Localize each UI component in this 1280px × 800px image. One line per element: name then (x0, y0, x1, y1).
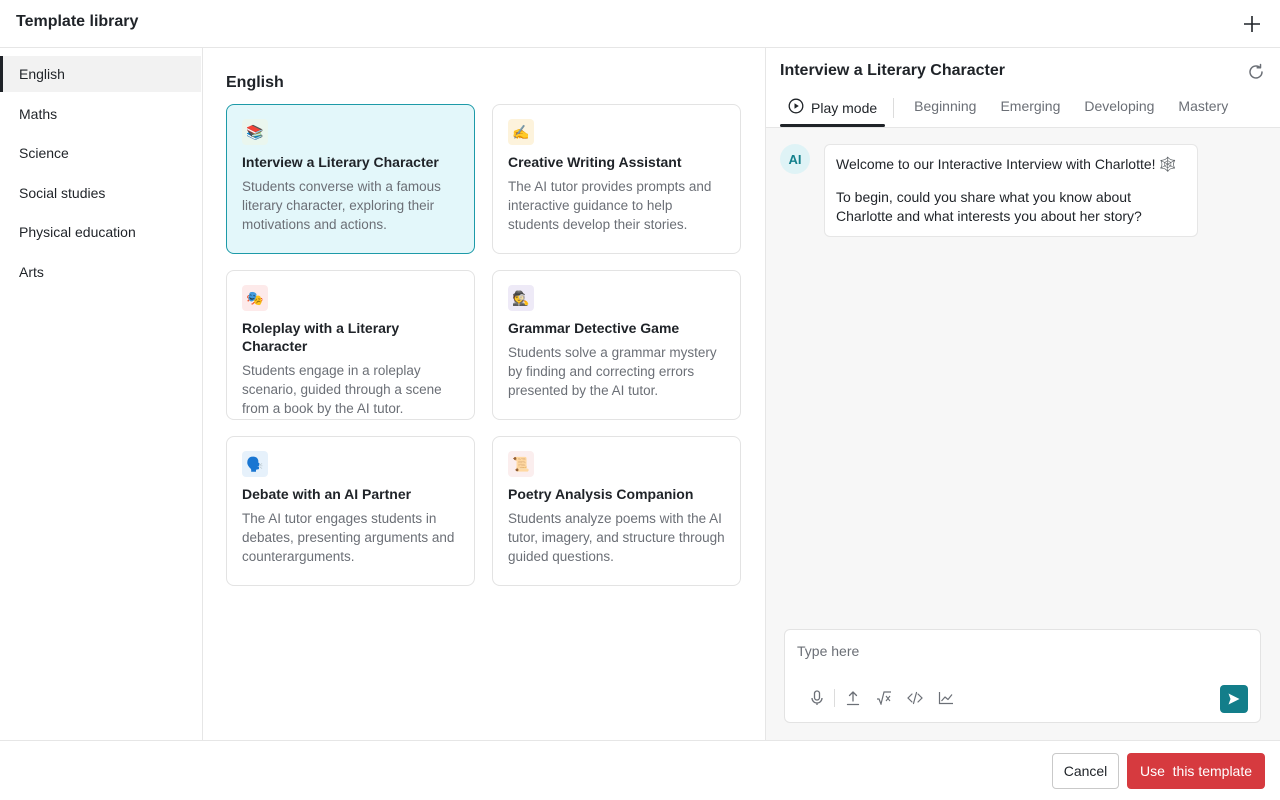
footer: Cancel Use this template (0, 740, 1280, 800)
sidebar-item-label: English (19, 66, 65, 82)
writing-hand-icon: ✍️ (508, 119, 534, 145)
sidebar-item-arts[interactable]: Arts (0, 254, 202, 290)
toolbar-divider (834, 689, 835, 707)
tab-mastery[interactable]: Mastery (1166, 94, 1240, 124)
card-description: Students solve a grammar mystery by find… (508, 345, 717, 398)
tab-play-mode[interactable]: Play mode (780, 94, 886, 127)
template-card-debate[interactable]: 🗣️ Debate with an AI Partner The AI tuto… (226, 436, 475, 586)
tab-beginning[interactable]: Beginning (902, 94, 988, 124)
detective-icon: 🕵️ (508, 285, 534, 311)
card-description: The AI tutor engages students in debates… (242, 511, 455, 564)
speaking-head-icon: 🗣️ (242, 451, 268, 477)
message-text: To begin, could you share what you know … (836, 189, 1142, 224)
refresh-icon[interactable] (1246, 62, 1266, 82)
sidebar-item-maths[interactable]: Maths (0, 96, 202, 132)
card-title: Poetry Analysis Companion (508, 486, 694, 502)
template-card-roleplay[interactable]: 🎭 Roleplay with a Literary Character Stu… (226, 270, 475, 420)
theater-masks-icon: 🎭 (242, 285, 268, 311)
sidebar-item-english[interactable]: English (0, 56, 201, 92)
tab-label: Play mode (811, 99, 878, 116)
chart-icon[interactable] (930, 688, 961, 708)
scroll-icon: 📜 (508, 451, 534, 477)
microphone-icon[interactable] (801, 688, 832, 708)
sidebar-item-label: Social studies (19, 184, 106, 201)
section-title: English (226, 74, 284, 91)
template-card-poetry[interactable]: 📜 Poetry Analysis Companion Students ana… (492, 436, 741, 586)
preview-title: Interview a Literary Character (780, 62, 1005, 79)
sidebar-item-label: Maths (19, 105, 58, 122)
sidebar-item-label: Physical education (19, 224, 136, 240)
sidebar-item-physical-education[interactable]: Physical education (0, 214, 202, 250)
tab-developing[interactable]: Developing (1072, 94, 1166, 124)
card-title: Grammar Detective Game (508, 320, 680, 336)
sidebar-item-label: Science (19, 145, 69, 161)
send-icon (1228, 693, 1240, 705)
ai-message: Welcome to our Interactive Interview wit… (824, 144, 1198, 237)
card-description: Students converse with a famous literary… (242, 179, 441, 232)
card-title: Interview a Literary Character (242, 154, 439, 170)
template-card-creative-writing[interactable]: ✍️ Creative Writing Assistant The AI tut… (492, 104, 741, 254)
sidebar-item-science[interactable]: Science (0, 135, 202, 171)
ai-avatar: AI (780, 144, 810, 174)
header: Template library (0, 0, 1280, 48)
tab-emerging[interactable]: Emerging (988, 94, 1072, 124)
card-title: Creative Writing Assistant (508, 154, 682, 170)
code-icon[interactable] (899, 688, 930, 708)
page-title: Template library (16, 13, 139, 30)
sidebar-item-label: Arts (19, 263, 44, 280)
message-composer[interactable]: Type here (784, 629, 1261, 723)
use-template-button[interactable]: Use this template (1127, 753, 1265, 789)
card-title: Roleplay with a Literary Character (242, 320, 400, 354)
preview-header: Interview a Literary Character Play mode… (766, 48, 1280, 128)
play-circle-icon (788, 98, 804, 117)
template-grid: English 📚 Interview a Literary Character… (203, 48, 766, 740)
mode-tabs: Play mode Beginning Emerging Developing … (780, 94, 1240, 128)
preview-panel: Interview a Literary Character Play mode… (766, 48, 1280, 740)
upload-icon[interactable] (837, 688, 868, 708)
message-text: Welcome to our Interactive Interview wit… (836, 156, 1177, 172)
sidebar: English Maths Science Social studies Phy… (0, 48, 203, 740)
square-root-icon[interactable] (868, 688, 899, 708)
books-icon: 📚 (242, 119, 268, 145)
send-button[interactable] (1220, 685, 1248, 713)
message-input[interactable]: Type here (797, 643, 859, 659)
cancel-button[interactable]: Cancel (1052, 753, 1119, 789)
card-description: Students analyze poems with the AI tutor… (508, 511, 725, 564)
card-description: The AI tutor provides prompts and intera… (508, 179, 712, 232)
card-title: Debate with an AI Partner (242, 486, 412, 502)
plus-icon[interactable] (1238, 10, 1266, 38)
composer-toolbar (801, 688, 961, 708)
template-card-interview[interactable]: 📚 Interview a Literary Character Student… (226, 104, 475, 254)
tab-divider (893, 98, 895, 118)
sidebar-item-social-studies[interactable]: Social studies (0, 175, 202, 211)
card-description: Students engage in a roleplay scenario, … (242, 363, 442, 416)
template-card-grammar-detective[interactable]: 🕵️ Grammar Detective Game Students solve… (492, 270, 741, 420)
